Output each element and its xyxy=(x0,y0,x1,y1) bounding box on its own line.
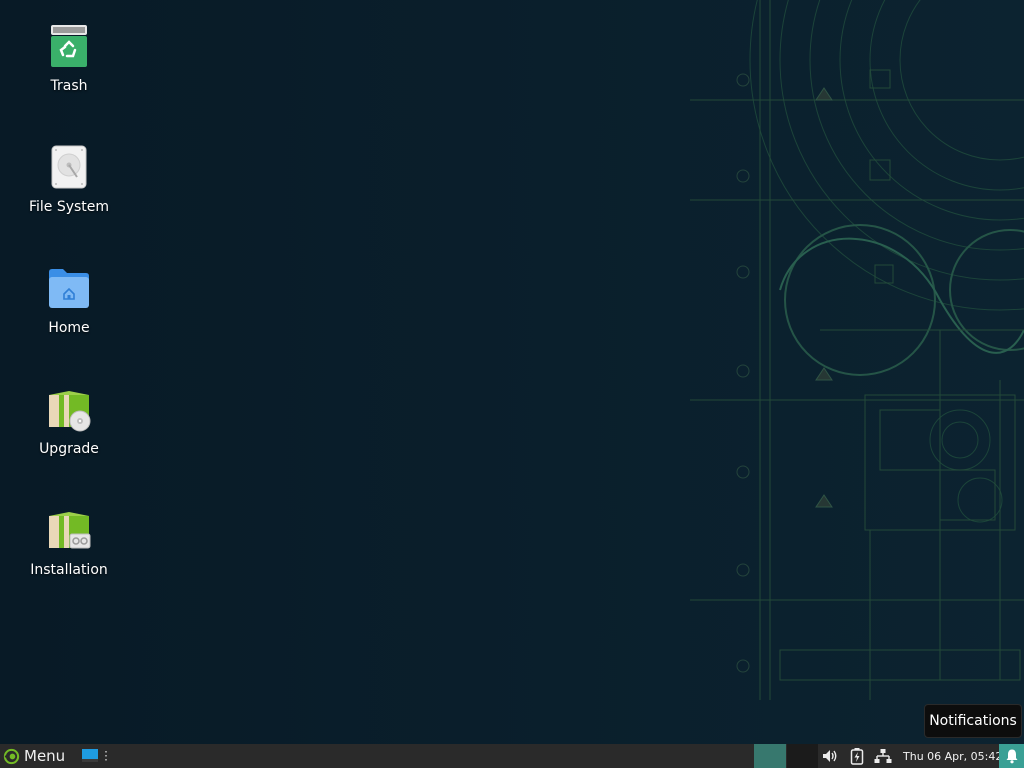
bell-icon xyxy=(1006,749,1017,764)
network-icon xyxy=(874,749,892,763)
menu-button[interactable]: Menu xyxy=(0,744,74,768)
volume-icon xyxy=(823,750,837,762)
notifications-button[interactable] xyxy=(999,744,1024,768)
desktop[interactable]: Trash File System Home Upgrade Installat… xyxy=(0,0,1024,744)
clock[interactable]: Thu 06 Apr, 05:42 xyxy=(903,744,1002,768)
desktop-icon-upgrade[interactable]: Upgrade xyxy=(9,385,129,457)
desktop-icon-home[interactable]: Home xyxy=(9,264,129,336)
desktop-icon-installation[interactable]: Installation xyxy=(9,506,129,578)
panel-handle-icon[interactable] xyxy=(103,749,109,763)
volume-button[interactable] xyxy=(820,744,840,768)
desktop-icon-label: File System xyxy=(28,199,110,215)
desktop-icon-trash[interactable]: Trash xyxy=(9,22,129,94)
trash-icon xyxy=(51,25,87,67)
desktop-icon-label: Trash xyxy=(50,78,88,94)
desktop-icon-label: Installation xyxy=(30,562,108,578)
desktop-icon-label: Upgrade xyxy=(39,441,99,457)
desktop-icon-label: Home xyxy=(48,320,90,336)
wallpaper-blueprint xyxy=(690,0,1024,700)
show-desktop-icon[interactable] xyxy=(81,748,99,764)
notifications-tooltip: Notifications xyxy=(924,704,1022,738)
taskbar-panel: Menu Thu 06 Apr, 05:42 xyxy=(0,744,1024,768)
workspace-2-button[interactable] xyxy=(787,744,818,768)
battery-icon xyxy=(850,748,864,765)
opensuse-logo-icon xyxy=(3,748,20,764)
home-folder-icon xyxy=(49,269,89,308)
workspace-1-button[interactable] xyxy=(754,744,786,768)
hard-drive-icon xyxy=(51,145,87,189)
upgrade-package-icon xyxy=(49,391,91,432)
menu-label: Menu xyxy=(24,747,66,765)
installation-package-icon xyxy=(49,512,91,549)
desktop-icon-file-system[interactable]: File System xyxy=(9,143,129,215)
battery-button[interactable] xyxy=(847,744,867,768)
network-button[interactable] xyxy=(873,744,893,768)
